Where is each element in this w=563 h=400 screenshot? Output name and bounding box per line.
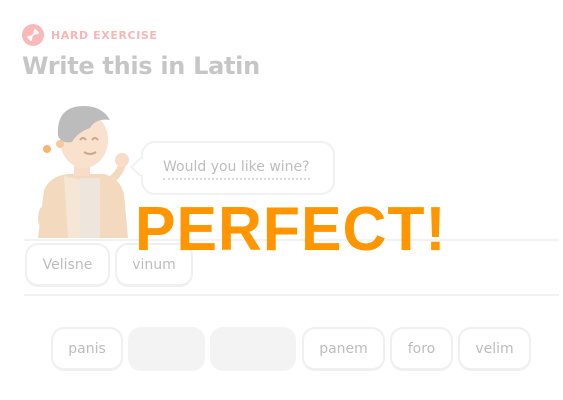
word-bank-tile[interactable]: foro — [390, 327, 453, 371]
word-bank-tile-used — [210, 327, 296, 371]
exercise-badge: HARD EXERCISE — [22, 24, 158, 46]
answer-tile[interactable]: Velisne — [25, 243, 110, 287]
prompt-text[interactable]: Would you like wine? — [163, 159, 310, 180]
word-bank-tile-used — [128, 327, 205, 371]
word-bank-tile[interactable]: panem — [302, 327, 385, 371]
character-avatar — [28, 98, 138, 244]
exercise-title: Write this in Latin — [22, 52, 260, 80]
feedback-message: PERFECT! — [135, 195, 447, 264]
answer-line-bottom — [24, 294, 559, 296]
word-bank-tile[interactable]: panis — [51, 327, 123, 371]
dumbbell-icon — [22, 24, 44, 46]
word-bank-tile[interactable]: velim — [458, 327, 531, 371]
badge-label: HARD EXERCISE — [51, 28, 158, 42]
